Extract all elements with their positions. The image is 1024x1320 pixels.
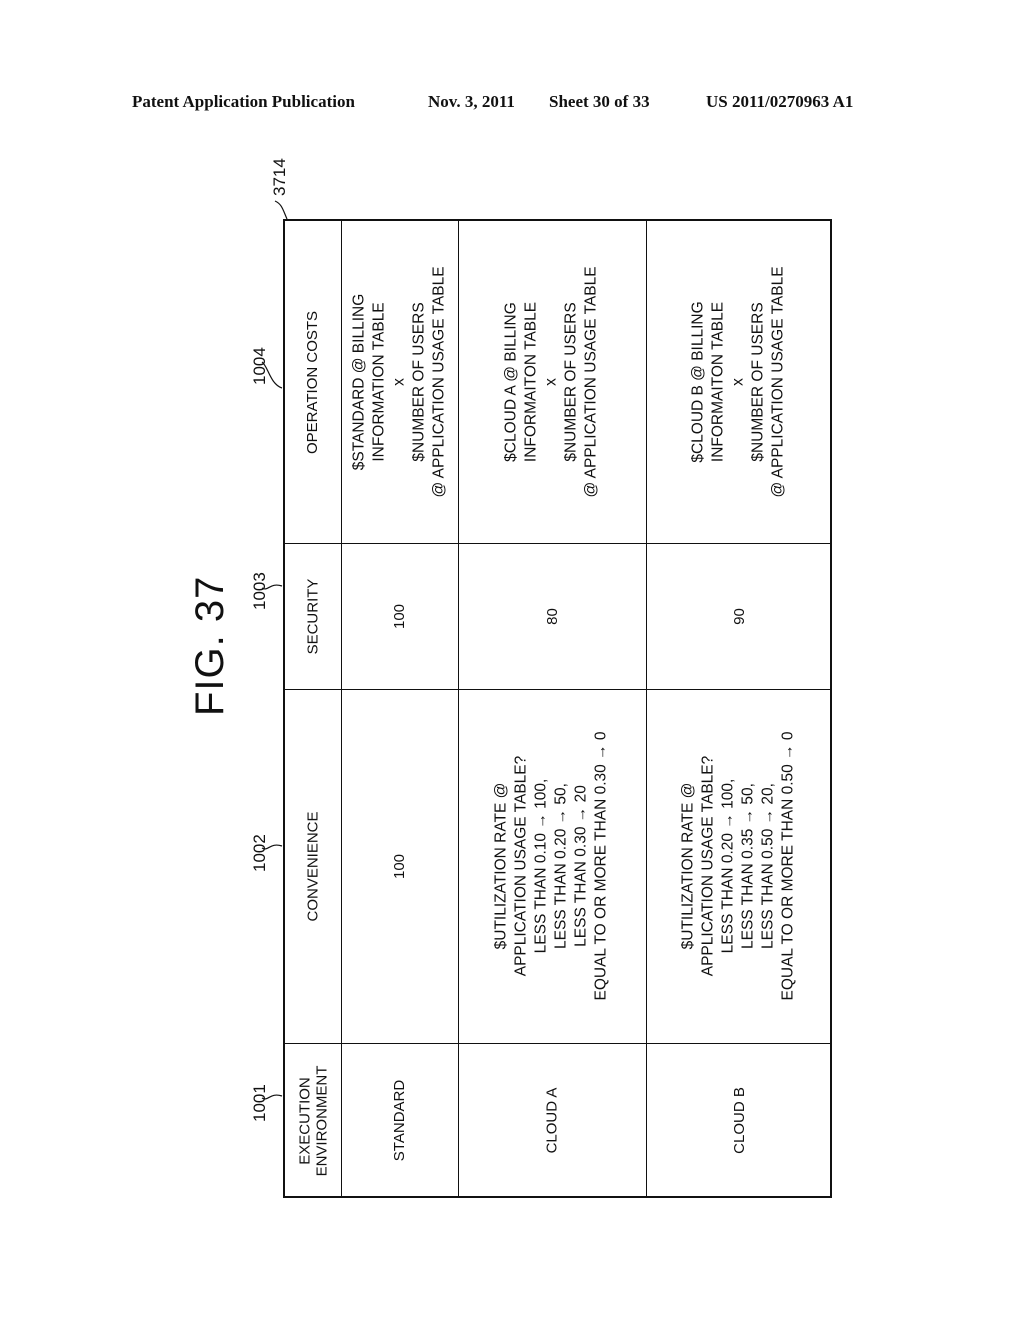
cell-text: CLOUD B bbox=[730, 1087, 748, 1154]
cell-line: LESS THAN 0.20 → 50, bbox=[553, 783, 571, 950]
cell-line: x bbox=[730, 378, 747, 386]
header-label: CONVENIENCE bbox=[304, 810, 322, 922]
header-security: SECURITY bbox=[285, 543, 341, 689]
cell-text: 100 bbox=[391, 853, 408, 879]
cell-line: @ APPLICATION USAGE TABLE bbox=[583, 266, 600, 498]
cell-line: @ APPLICATION USAGE TABLE bbox=[430, 266, 448, 498]
header-line: ENVIRONMENT bbox=[313, 1065, 330, 1176]
cell-text: STANDARD bbox=[391, 1079, 408, 1162]
cell-text: 90 bbox=[730, 607, 748, 625]
header-label: SECURITY bbox=[304, 578, 322, 654]
cell-line: $UTILIZATION RATE @ bbox=[680, 782, 698, 950]
cell-line: EQUAL TO OR MORE THAN 0.30 → 0 bbox=[593, 731, 611, 1001]
cell-line: $UTILIZATION RATE @ bbox=[493, 782, 511, 950]
table-row-cloud-b-environment: CLOUD B bbox=[646, 1043, 832, 1198]
cell-line: @ APPLICATION USAGE TABLE bbox=[770, 266, 787, 498]
cell-line: $STANDARD @ BILLING bbox=[350, 293, 368, 471]
cell-line: LESS THAN 0.30 → 20 bbox=[573, 785, 591, 947]
table-row-standard-convenience: 100 bbox=[341, 689, 458, 1043]
leader-line-3714 bbox=[274, 200, 288, 220]
column-reference-1004: 1004 bbox=[250, 347, 269, 385]
header-label: OPERATION COSTS bbox=[304, 310, 322, 454]
cell-line: EQUAL TO OR MORE THAN 0.50 → 0 bbox=[780, 731, 798, 1001]
table-row-cloud-a-environment: CLOUD A bbox=[458, 1043, 646, 1198]
table-row-standard-environment: STANDARD bbox=[341, 1043, 458, 1198]
cell-line: LESS THAN 0.35 → 50, bbox=[740, 783, 758, 950]
cell-line: $NUMBER OF USERS bbox=[563, 302, 580, 462]
table-row-cloud-b-convenience: $UTILIZATION RATE @ APPLICATION USAGE TA… bbox=[646, 689, 832, 1043]
sheet-number: Sheet 30 of 33 bbox=[549, 92, 650, 111]
table-row-cloud-a-security: 80 bbox=[458, 543, 646, 689]
table-row-standard-operation-costs: $STANDARD @ BILLING INFORMATION TABLE x … bbox=[341, 221, 458, 543]
cell-line: LESS THAN 0.20 → 100, bbox=[720, 778, 738, 954]
cell-line: x bbox=[390, 378, 408, 386]
publication-date: Nov. 3, 2011 bbox=[428, 92, 515, 111]
header-line: EXECUTION bbox=[296, 1076, 313, 1165]
execution-environment-table: EXECUTION ENVIRONMENT CONVENIENCE SECURI… bbox=[283, 219, 832, 1198]
cell-line: INFORMATION TABLE bbox=[370, 302, 388, 462]
header-operation-costs: OPERATION COSTS bbox=[285, 221, 341, 543]
cell-line: APPLICATION USAGE TABLE? bbox=[513, 755, 531, 977]
cell-text: 80 bbox=[543, 607, 561, 625]
cell-line: $NUMBER OF USERS bbox=[410, 302, 428, 462]
cell-line: LESS THAN 0.50 → 20, bbox=[760, 783, 778, 950]
cell-text: 100 bbox=[391, 603, 408, 629]
header-convenience: CONVENIENCE bbox=[285, 689, 341, 1043]
cell-line: $CLOUD B @ BILLING bbox=[690, 301, 707, 463]
cell-line: INFORMAITON TABLE bbox=[710, 301, 727, 463]
cell-line: LESS THAN 0.10 → 100, bbox=[533, 778, 551, 954]
table-reference: 3714 bbox=[270, 158, 289, 196]
patent-number: US 2011/0270963 A1 bbox=[706, 92, 854, 111]
publication-label: Patent Application Publication bbox=[132, 92, 355, 111]
table-row-cloud-a-operation-costs: $CLOUD A @ BILLING INFORMAITON TABLE x $… bbox=[458, 221, 646, 543]
column-reference-1002: 1002 bbox=[250, 834, 269, 872]
cell-line: APPLICATION USAGE TABLE? bbox=[700, 755, 718, 977]
table-row-cloud-b-security: 90 bbox=[646, 543, 832, 689]
cell-text: CLOUD A bbox=[543, 1087, 561, 1154]
figure-title: FIG. 37 bbox=[188, 575, 232, 716]
header-execution-environment: EXECUTION ENVIRONMENT bbox=[285, 1043, 341, 1198]
table-row-cloud-b-operation-costs: $CLOUD B @ BILLING INFORMAITON TABLE x $… bbox=[646, 221, 832, 543]
column-reference-1003: 1003 bbox=[250, 572, 269, 610]
table-row-standard-security: 100 bbox=[341, 543, 458, 689]
cell-line: INFORMAITON TABLE bbox=[523, 301, 540, 463]
cell-line: $NUMBER OF USERS bbox=[750, 302, 767, 462]
cell-line: x bbox=[543, 378, 560, 386]
cell-line: $CLOUD A @ BILLING bbox=[503, 302, 520, 462]
table-row-cloud-a-convenience: $UTILIZATION RATE @ APPLICATION USAGE TA… bbox=[458, 689, 646, 1043]
column-reference-1001: 1001 bbox=[250, 1084, 269, 1122]
